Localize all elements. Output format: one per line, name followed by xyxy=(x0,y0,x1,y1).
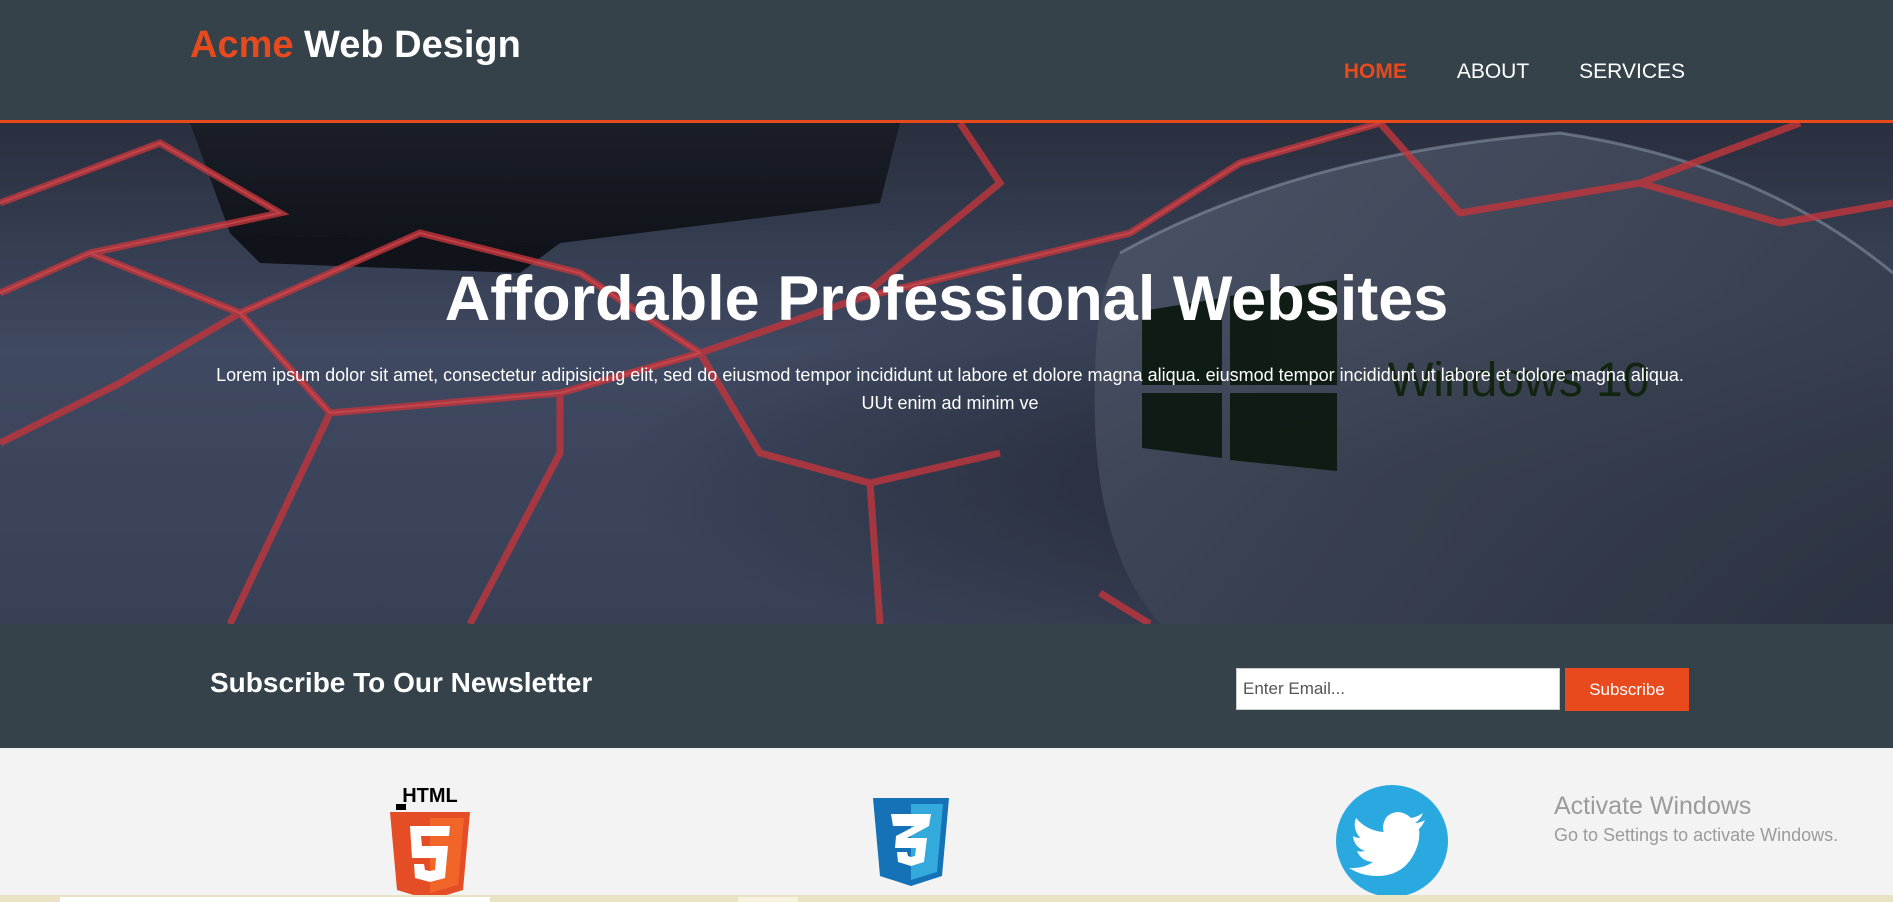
bottom-strip-segment xyxy=(60,897,490,902)
html5-icon: HTML xyxy=(390,785,470,900)
main-nav: HOME ABOUT SERVICES xyxy=(1344,60,1685,84)
showcase-title: Affordable Professional Websites xyxy=(444,264,1449,334)
brand-highlight: Acme xyxy=(190,24,294,66)
newsletter-title: Subscribe To Our Newsletter xyxy=(210,667,593,698)
boxes-section: HTML xyxy=(0,748,1893,902)
nav-services-link[interactable]: SERVICES xyxy=(1579,60,1685,84)
site-header: Acme Web Design HOME ABOUT SERVICES xyxy=(0,0,1893,123)
brand-rest: Web Design xyxy=(293,24,521,66)
email-input[interactable] xyxy=(1236,668,1560,710)
html5-label: HTML xyxy=(402,785,458,807)
bottom-strip-segment xyxy=(738,897,798,902)
nav-about-link[interactable]: ABOUT xyxy=(1457,60,1529,84)
nav-home-link[interactable]: HOME xyxy=(1344,60,1407,84)
showcase-hero: Windows 10 Affordable Professional Websi… xyxy=(0,123,1893,624)
css3-icon xyxy=(873,798,949,886)
twitter-icon xyxy=(1336,785,1448,897)
showcase-text: Lorem ipsum dolor sit amet, consectetur … xyxy=(216,365,1684,413)
newsletter-section: Subscribe To Our Newsletter Subscribe xyxy=(0,624,1893,748)
brand-logo[interactable]: Acme Web Design xyxy=(190,24,521,67)
bottom-strip xyxy=(0,895,1893,902)
subscribe-button[interactable]: Subscribe xyxy=(1565,668,1689,711)
